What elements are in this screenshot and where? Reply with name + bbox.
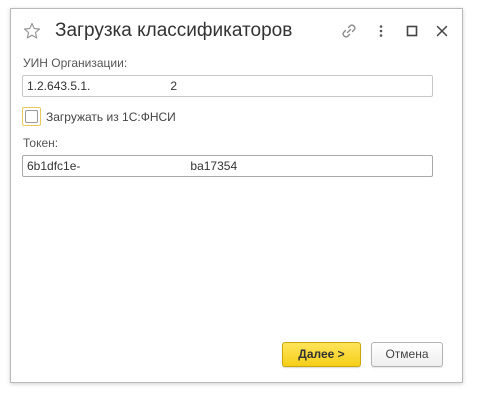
title-bar: Загрузка классификаторов — [11, 9, 462, 53]
close-icon[interactable] — [434, 23, 450, 39]
checkbox-box — [25, 110, 38, 123]
cancel-button[interactable]: Отмена — [371, 342, 443, 367]
dialog-window: Загрузка классификаторов УИН Организации… — [10, 8, 463, 383]
uin-input[interactable]: 1.2.643.5.1. 2 — [22, 75, 433, 97]
fnsi-checkbox-label[interactable]: Загружать из 1С:ФНСИ — [46, 110, 176, 124]
link-icon[interactable] — [341, 23, 357, 39]
maximize-icon[interactable] — [404, 23, 420, 39]
star-icon[interactable] — [23, 22, 41, 40]
token-input[interactable]: 6b1dfc1e- ba17354 — [22, 155, 433, 177]
window-title: Загрузка классификаторов — [55, 20, 293, 41]
uin-label: УИН Организации: — [23, 56, 128, 70]
token-label: Токен: — [23, 136, 59, 150]
fnsi-checkbox[interactable] — [22, 107, 41, 126]
more-vertical-icon[interactable] — [373, 23, 389, 39]
next-button[interactable]: Далее > — [282, 342, 361, 367]
